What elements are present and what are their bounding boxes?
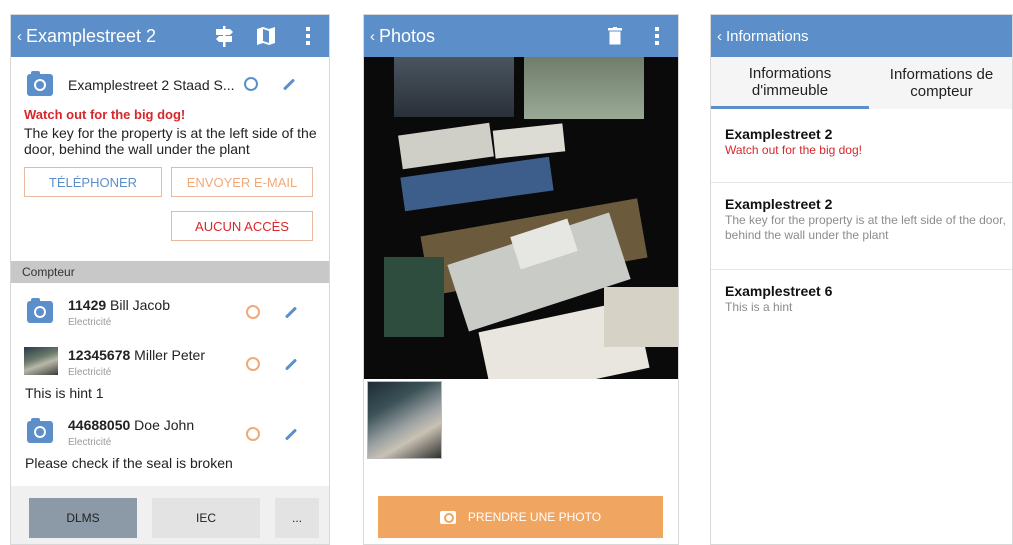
chevron-left-icon: ‹ <box>370 27 375 45</box>
meter-row[interactable]: 11429 Bill Jacob Electricité <box>11 295 329 345</box>
info-text: The key for the property is at the left … <box>725 213 1006 242</box>
tab-dlms[interactable]: DLMS <box>29 498 137 538</box>
meter-note: Please check if the seal is broken <box>25 455 233 471</box>
back-button[interactable]: ‹ Photos <box>364 26 435 47</box>
info-item[interactable]: Examplestreet 2 Watch out for the big do… <box>725 126 1010 158</box>
tab-building-info[interactable]: Informations d'immeuble <box>711 57 869 109</box>
trash-icon <box>608 27 622 45</box>
chevron-left-icon: ‹ <box>717 27 722 45</box>
app-bar: ‹ Informations <box>711 15 1012 57</box>
meter-kind: Electricité <box>68 367 112 378</box>
tab-more[interactable]: ... <box>275 498 319 538</box>
locate-icon[interactable] <box>246 305 260 319</box>
back-button[interactable]: ‹ Informations <box>711 28 809 45</box>
email-button[interactable]: ENVOYER E-MAIL <box>171 167 313 197</box>
info-text: This is a hint <box>725 300 793 314</box>
divider <box>711 269 1012 270</box>
main-photo[interactable] <box>364 57 678 379</box>
info-text: Watch out for the big dog! <box>725 143 862 157</box>
meter-owner: Bill Jacob <box>106 297 170 313</box>
camera-icon[interactable] <box>27 418 53 443</box>
meter-kind: Electricité <box>68 317 112 328</box>
divider <box>711 182 1012 183</box>
address-row: Examplestreet 2 Staad S... <box>11 67 329 103</box>
chevron-left-icon: ‹ <box>17 27 22 45</box>
address-text: Examplestreet 2 Staad S... <box>68 77 235 93</box>
pencil-icon[interactable] <box>284 306 298 319</box>
pencil-icon[interactable] <box>284 358 298 371</box>
info-title: Examplestreet 6 <box>725 283 833 299</box>
meter-number: 44688050 <box>68 417 131 433</box>
info-item[interactable]: Examplestreet 6 This is a hint <box>725 283 1010 315</box>
photos-screen: ‹ Photos PRENDRE UNE PHOTO <box>363 14 679 545</box>
tab-meter-info[interactable]: Informations de compteur <box>869 57 1012 109</box>
pencil-icon[interactable] <box>282 78 296 91</box>
signpost-icon <box>216 26 233 47</box>
info-item[interactable]: Examplestreet 2 The key for the property… <box>725 196 1010 243</box>
take-photo-label: PRENDRE UNE PHOTO <box>467 510 602 524</box>
info-title: Examplestreet 2 <box>725 126 833 142</box>
meter-number: 12345678 <box>68 347 131 363</box>
screen-title: Examplestreet 2 <box>26 25 157 46</box>
back-button[interactable]: ‹ Examplestreet 2 <box>11 26 156 47</box>
signpost-button[interactable] <box>203 15 245 57</box>
info-tabs: Informations d'immeuble Informations de … <box>711 57 1012 109</box>
map-button[interactable] <box>245 15 287 57</box>
overflow-menu-button[interactable] <box>287 15 329 57</box>
screen-title: Photos <box>379 25 436 46</box>
section-header-meters: Compteur <box>11 261 329 283</box>
screen-title: Informations <box>726 27 809 45</box>
tab-iec[interactable]: IEC <box>152 498 260 538</box>
info-title: Examplestreet 2 <box>725 196 833 212</box>
meter-kind: Electricité <box>68 437 112 448</box>
meter-note: This is hint 1 <box>25 385 104 401</box>
delete-button[interactable] <box>594 15 636 57</box>
phone-button[interactable]: TÉLÉPHONER <box>24 167 162 197</box>
locate-icon[interactable] <box>244 77 258 91</box>
overflow-menu-icon <box>306 27 310 45</box>
meter-owner: Miller Peter <box>130 347 205 363</box>
meter-title: 12345678 Miller Peter <box>68 347 205 363</box>
take-photo-button[interactable]: PRENDRE UNE PHOTO <box>378 496 663 538</box>
property-screen: ‹ Examplestreet 2 Examplestreet 2 Staad … <box>10 14 330 545</box>
warning-text: Watch out for the big dog! <box>24 107 186 122</box>
app-bar: ‹ Examplestreet 2 <box>11 15 329 57</box>
no-access-button[interactable]: AUCUN ACCÈS <box>171 211 313 241</box>
meter-owner: Doe John <box>130 417 195 433</box>
camera-icon[interactable] <box>27 71 53 96</box>
camera-icon[interactable] <box>27 298 53 323</box>
meter-number: 11429 <box>68 297 107 313</box>
meter-title: 11429 Bill Jacob <box>68 297 170 313</box>
meter-photo-thumbnail[interactable] <box>24 347 58 375</box>
informations-screen: ‹ Informations Informations d'immeuble I… <box>710 14 1013 545</box>
pencil-icon[interactable] <box>284 428 298 441</box>
photo-thumbnail[interactable] <box>367 381 442 459</box>
key-hint-text: The key for the property is at the left … <box>24 125 317 157</box>
overflow-menu-button[interactable] <box>636 15 678 57</box>
bottom-tab-bar: DLMS IEC ... <box>11 486 329 544</box>
meter-title: 44688050 Doe John <box>68 417 194 433</box>
overflow-menu-icon <box>655 27 659 45</box>
locate-icon[interactable] <box>246 357 260 371</box>
meter-row[interactable]: 12345678 Miller Peter Electricité This i… <box>11 345 329 403</box>
map-icon <box>257 27 275 45</box>
camera-icon <box>439 510 456 524</box>
app-bar: ‹ Photos <box>364 15 678 57</box>
locate-icon[interactable] <box>246 427 260 441</box>
meter-row[interactable]: 44688050 Doe John Electricité Please che… <box>11 415 329 473</box>
